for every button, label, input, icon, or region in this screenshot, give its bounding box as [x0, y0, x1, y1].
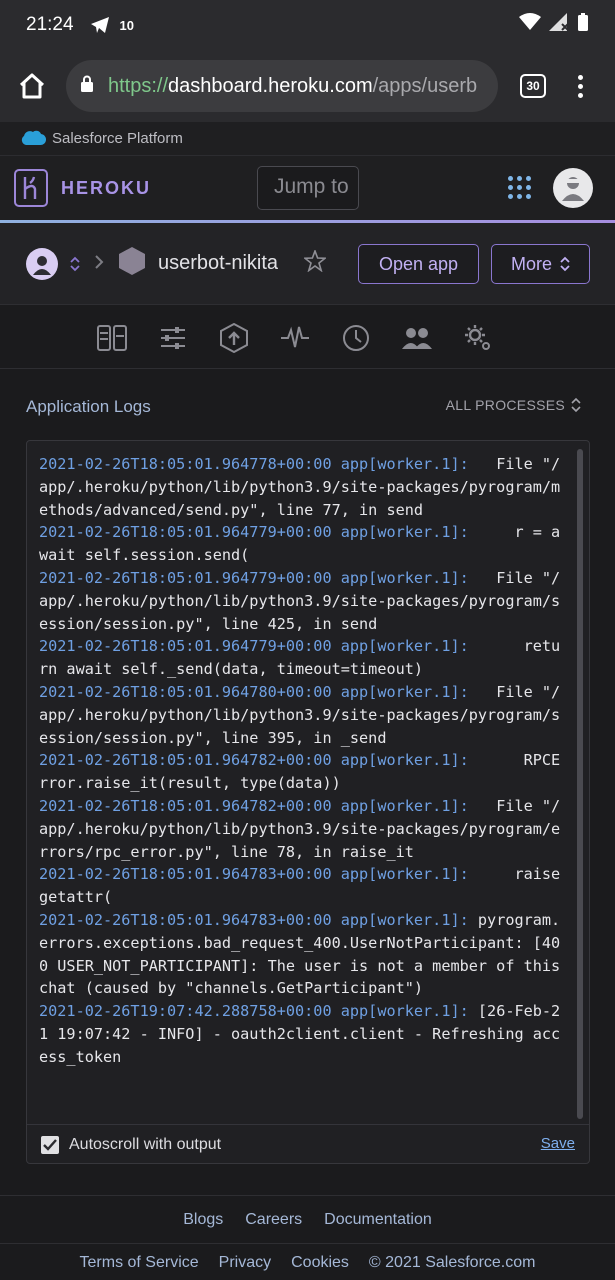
- footer-legal-link[interactable]: Cookies: [291, 1254, 349, 1272]
- lock-icon: [80, 75, 94, 98]
- footer-link[interactable]: Documentation: [324, 1211, 432, 1229]
- notification-count: 10: [119, 17, 135, 33]
- url-scheme: https://: [108, 74, 169, 97]
- chevron-updown-icon: [560, 256, 570, 272]
- personal-account-icon[interactable]: [26, 247, 58, 280]
- log-timestamp: 2021-02-26T18:05:01.964783+00:00 app[wor…: [39, 910, 469, 929]
- log-timestamp: 2021-02-26T18:05:01.964779+00:00 app[wor…: [39, 637, 469, 656]
- footer-legal-link[interactable]: Privacy: [219, 1254, 271, 1272]
- signal-icon: [549, 13, 569, 37]
- resources-tab-icon[interactable]: [157, 323, 189, 353]
- process-filter-label: ALL PROCESSES: [445, 397, 565, 413]
- heroku-logo-icon[interactable]: [14, 169, 48, 207]
- chevron-updown-icon: [571, 397, 581, 413]
- log-entry: 2021-02-26T18:05:01.964779+00:00 app[wor…: [39, 521, 569, 567]
- metrics-tab-icon[interactable]: [279, 323, 311, 353]
- url-path: /apps/userb: [372, 74, 478, 97]
- log-timestamp: 2021-02-26T18:05:01.964780+00:00 app[wor…: [39, 682, 469, 701]
- copyright: © 2021 Salesforce.com: [368, 1254, 536, 1271]
- save-link[interactable]: Save: [541, 1135, 575, 1152]
- checkmark-icon: [43, 1138, 57, 1151]
- log-timestamp: 2021-02-26T18:05:01.964783+00:00 app[wor…: [39, 865, 469, 884]
- platform-strip: Salesforce Platform: [0, 122, 615, 156]
- footer-links: Blogs Careers Documentation: [0, 1195, 615, 1244]
- open-app-button[interactable]: Open app: [358, 244, 479, 284]
- app-bar: userbot-nikita Open app More: [0, 223, 615, 305]
- log-entry: 2021-02-26T19:07:42.288758+00:00 app[wor…: [39, 1000, 569, 1068]
- log-timestamp: 2021-02-26T18:05:01.964779+00:00 app[wor…: [39, 568, 469, 587]
- log-entry: 2021-02-26T18:05:01.964783+00:00 app[wor…: [39, 909, 569, 1000]
- overview-tab-icon[interactable]: [96, 323, 128, 353]
- deploy-tab-icon[interactable]: [218, 323, 250, 353]
- log-panel: 2021-02-26T18:05:01.964778+00:00 app[wor…: [26, 440, 590, 1164]
- log-entry: 2021-02-26T18:05:01.964780+00:00 app[wor…: [39, 681, 569, 749]
- chevron-right-icon: [94, 253, 104, 274]
- log-timestamp: 2021-02-26T18:05:01.964778+00:00 app[wor…: [39, 455, 469, 473]
- account-switch-icon[interactable]: [70, 256, 80, 272]
- log-entry: 2021-02-26T18:05:01.964782+00:00 app[wor…: [39, 795, 569, 863]
- telegram-icon: [90, 16, 110, 34]
- more-button[interactable]: More: [491, 244, 590, 284]
- more-label: More: [510, 253, 552, 274]
- home-icon[interactable]: [14, 68, 50, 104]
- apps-grid-icon[interactable]: [508, 176, 531, 199]
- platform-label: Salesforce Platform: [52, 130, 183, 147]
- app-hexagon-icon: [118, 246, 146, 281]
- log-footer: Autoscroll with output Save: [27, 1124, 589, 1164]
- status-time: 21:24: [26, 14, 74, 35]
- heroku-brand[interactable]: HEROKU: [61, 178, 151, 199]
- user-avatar[interactable]: [553, 168, 593, 208]
- logs-header: Application Logs ALL PROCESSES: [0, 369, 615, 441]
- jump-to-input[interactable]: Jump to: [257, 166, 359, 210]
- footer-link[interactable]: Blogs: [183, 1211, 223, 1229]
- log-output[interactable]: 2021-02-26T18:05:01.964778+00:00 app[wor…: [27, 441, 589, 1123]
- tab-switcher-button[interactable]: 30: [520, 74, 546, 98]
- settings-gear-icon[interactable]: [462, 323, 494, 353]
- footer-link[interactable]: Careers: [245, 1211, 302, 1229]
- access-tab-icon[interactable]: [401, 323, 433, 353]
- status-bar: 21:24 10: [0, 0, 615, 50]
- star-icon[interactable]: [302, 248, 328, 278]
- salesforce-cloud-icon: [20, 128, 47, 150]
- footer-bottom: Terms of Service Privacy Cookies © 2021 Sal…: [0, 1246, 615, 1280]
- log-entry: 2021-02-26T18:05:01.964783+00:00 app[wor…: [39, 863, 569, 909]
- log-entry: 2021-02-26T18:05:01.964782+00:00 app[wor…: [39, 749, 569, 795]
- log-entry: 2021-02-26T18:05:01.964778+00:00 app[wor…: [39, 453, 569, 521]
- app-nav-tabs: [0, 305, 615, 369]
- log-timestamp: 2021-02-26T18:05:01.964782+00:00 app[wor…: [39, 751, 469, 770]
- log-timestamp: 2021-02-26T18:05:01.964782+00:00 app[wor…: [39, 796, 469, 815]
- activity-tab-icon[interactable]: [340, 323, 372, 353]
- footer-legal-link[interactable]: Terms of Service: [80, 1254, 199, 1272]
- url-host: dashboard.heroku.com: [168, 74, 373, 97]
- logs-title: Application Logs: [26, 397, 151, 416]
- log-entry: 2021-02-26T18:05:01.964779+00:00 app[wor…: [39, 567, 569, 635]
- browser-toolbar: https://dashboard.heroku.com/apps/userb …: [0, 50, 615, 122]
- log-scrollbar[interactable]: [577, 449, 583, 1119]
- heroku-header: HEROKU Jump to: [0, 156, 615, 220]
- process-filter-dropdown[interactable]: ALL PROCESSES: [446, 397, 581, 413]
- wifi-icon: [519, 13, 541, 37]
- autoscroll-label: Autoscroll with output: [69, 1135, 222, 1153]
- log-entry: 2021-02-26T18:05:01.964779+00:00 app[wor…: [39, 635, 569, 681]
- browser-menu-icon[interactable]: [578, 74, 583, 98]
- log-timestamp: 2021-02-26T18:05:01.964779+00:00 app[wor…: [39, 523, 469, 542]
- app-name[interactable]: userbot-nikita: [158, 252, 278, 275]
- autoscroll-checkbox[interactable]: [41, 1135, 59, 1154]
- log-timestamp: 2021-02-26T19:07:42.288758+00:00 app[wor…: [39, 1002, 469, 1021]
- address-bar[interactable]: https://dashboard.heroku.com/apps/userb: [66, 60, 498, 112]
- battery-icon: [577, 12, 589, 38]
